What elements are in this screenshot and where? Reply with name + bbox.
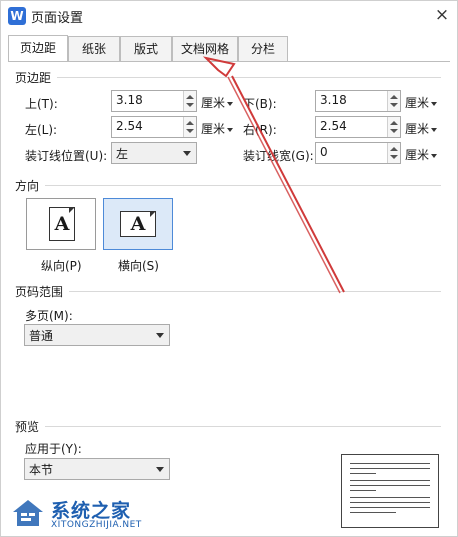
chevron-down-icon <box>431 101 438 106</box>
dialog-title: 页面设置 <box>31 11 84 26</box>
portrait-label: 纵向(P) <box>41 259 82 273</box>
preview-group-title: 预览 <box>15 420 40 434</box>
margin-left-value[interactable]: 2.54 <box>116 119 143 133</box>
margin-top-label: 上(T): <box>25 97 58 111</box>
tab-document-grid[interactable]: 文档网格 <box>172 36 238 61</box>
stepper-down-icon[interactable] <box>186 103 194 107</box>
margins-group-title: 页边距 <box>15 71 52 85</box>
margin-right-label: 右(R): <box>243 123 277 137</box>
gutter-width-label: 装订线宽(G): <box>243 149 314 163</box>
margin-top-unit-dropdown[interactable]: 厘米 <box>201 94 234 111</box>
margin-bottom-value[interactable]: 3.18 <box>320 93 347 107</box>
portrait-button[interactable]: A <box>26 198 96 250</box>
stepper-up-icon[interactable] <box>390 95 398 99</box>
chevron-down-icon <box>431 127 438 132</box>
chevron-down-icon <box>183 151 191 156</box>
chevron-down-icon <box>431 153 438 158</box>
preview-group-divider <box>45 426 441 427</box>
stepper-down-icon[interactable] <box>390 103 398 107</box>
tab-margins[interactable]: 页边距 <box>8 35 68 62</box>
close-icon[interactable]: × <box>429 3 455 27</box>
apply-to-select[interactable]: 本节 <box>24 458 170 480</box>
landscape-page-icon: A <box>120 211 156 237</box>
landscape-button[interactable]: A <box>103 198 173 250</box>
margin-left-label: 左(L): <box>25 123 58 137</box>
portrait-page-icon: A <box>49 207 75 241</box>
landscape-label: 横向(S) <box>118 259 159 273</box>
stepper-up-icon[interactable] <box>390 147 398 151</box>
stepper-up-icon[interactable] <box>186 121 194 125</box>
margin-bottom-stepper[interactable]: 3.18 <box>315 90 401 112</box>
gutter-position-select[interactable]: 左 <box>111 142 197 164</box>
stepper-down-icon[interactable] <box>186 129 194 133</box>
margin-right-unit-dropdown[interactable]: 厘米 <box>405 120 438 137</box>
tab-paper[interactable]: 纸张 <box>68 36 120 61</box>
wps-app-icon: W <box>8 7 26 25</box>
margin-bottom-unit-dropdown[interactable]: 厘米 <box>405 94 438 111</box>
chevron-down-icon <box>156 333 164 338</box>
watermark-subtext: XITONGZHIJIA.NET <box>51 520 142 530</box>
apply-to-label: 应用于(Y): <box>25 442 82 456</box>
orientation-group-title: 方向 <box>15 179 40 193</box>
orientation-group-divider <box>45 185 441 186</box>
stepper-down-icon[interactable] <box>390 129 398 133</box>
margins-group-divider <box>57 77 441 78</box>
margin-bottom-label: 下(B): <box>243 97 277 111</box>
margin-top-stepper[interactable]: 3.18 <box>111 90 197 112</box>
title-bar: W 页面设置 × <box>1 1 457 31</box>
margin-top-value[interactable]: 3.18 <box>116 93 143 107</box>
margin-left-unit-dropdown[interactable]: 厘米 <box>201 120 234 137</box>
gutter-position-label: 装订线位置(U): <box>25 149 108 163</box>
gutter-width-value[interactable]: 0 <box>320 145 328 159</box>
page-setup-dialog: W 页面设置 × 页边距 纸张 版式 文档网格 分栏 页边距 上(T): 3.1… <box>0 0 458 537</box>
tab-columns[interactable]: 分栏 <box>238 36 288 61</box>
multiple-pages-label: 多页(M): <box>25 309 73 323</box>
gutter-width-stepper[interactable]: 0 <box>315 142 401 164</box>
page-range-group-divider <box>69 291 441 292</box>
margin-right-value[interactable]: 2.54 <box>320 119 347 133</box>
page-preview <box>341 454 439 528</box>
margin-right-stepper[interactable]: 2.54 <box>315 116 401 138</box>
site-watermark: 系统之家 XITONGZHIJIA.NET <box>11 494 181 534</box>
stepper-down-icon[interactable] <box>390 155 398 159</box>
margin-left-stepper[interactable]: 2.54 <box>111 116 197 138</box>
tab-layout[interactable]: 版式 <box>120 36 172 61</box>
chevron-down-icon <box>156 467 164 472</box>
chevron-down-icon <box>227 127 234 132</box>
watermark-text: 系统之家 <box>51 500 132 522</box>
stepper-up-icon[interactable] <box>390 121 398 125</box>
tab-divider <box>8 61 450 62</box>
multiple-pages-select[interactable]: 普通 <box>24 324 170 346</box>
gutter-width-unit-dropdown[interactable]: 厘米 <box>405 146 438 163</box>
page-range-group-title: 页码范围 <box>15 285 64 299</box>
stepper-up-icon[interactable] <box>186 95 194 99</box>
house-logo-icon <box>13 500 43 526</box>
chevron-down-icon <box>227 101 234 106</box>
